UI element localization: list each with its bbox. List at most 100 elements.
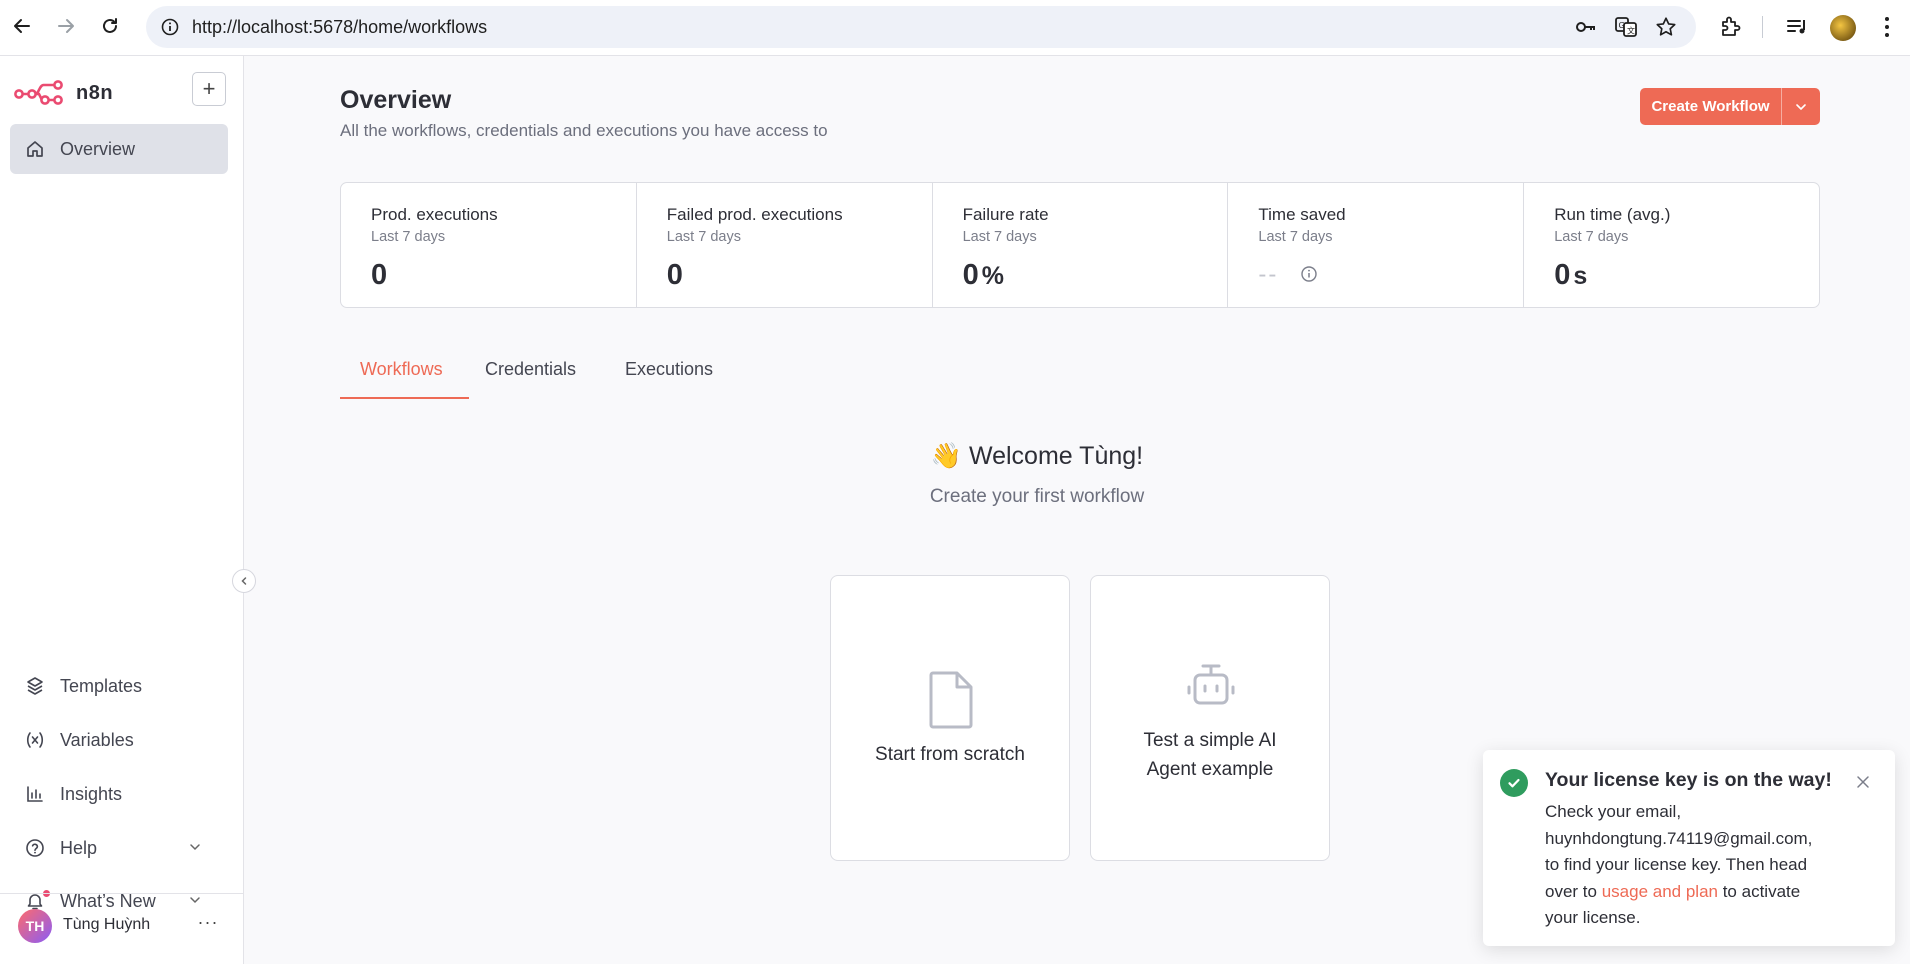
media-queue-icon[interactable]	[1782, 12, 1812, 42]
create-options-dropdown[interactable]	[1782, 88, 1820, 125]
usage-and-plan-link[interactable]: usage and plan	[1602, 882, 1718, 901]
variables-icon	[24, 729, 46, 751]
start-from-scratch-card[interactable]: Start from scratch	[830, 575, 1070, 861]
sidebar-item-templates[interactable]: Templates	[10, 666, 228, 706]
stat-run-time-avg[interactable]: Run time (avg.) Last 7 days 0s	[1524, 183, 1819, 307]
welcome-heading: 👋 Welcome Tùng!	[244, 442, 1734, 471]
collapse-sidebar-button[interactable]	[232, 569, 256, 593]
stat-value: 0s	[1554, 259, 1588, 292]
back-button[interactable]	[6, 10, 38, 42]
tab-workflows[interactable]: Workflows	[360, 359, 443, 399]
sidebar-item-label: Insights	[60, 783, 123, 804]
toast-title: Your license key is on the way!	[1545, 769, 1832, 791]
welcome-title: Welcome Tùng!	[968, 442, 1144, 470]
browser-menu-icon[interactable]	[1872, 12, 1902, 42]
toast-line: Check your email,	[1545, 802, 1682, 821]
site-info-icon[interactable]	[158, 15, 182, 39]
wave-emoji: 👋	[930, 442, 962, 470]
page-title: Overview	[340, 86, 452, 114]
tab-credentials[interactable]: Credentials	[485, 359, 576, 399]
home-icon	[24, 138, 46, 160]
sidebar-item-label: Templates	[60, 675, 143, 696]
toast-line: your license.	[1545, 908, 1641, 927]
sidebar-item-label: Variables	[60, 729, 134, 750]
svg-text:文: 文	[1627, 26, 1635, 36]
stat-title: Failed prod. executions	[666, 205, 843, 224]
templates-icon	[24, 675, 46, 697]
stat-title: Failure rate	[962, 205, 1049, 224]
user-name: Tùng Huỳnh	[63, 916, 151, 933]
toast-email: huynhdongtung.74119@gmail.com,	[1545, 828, 1813, 848]
card-label-line: Test a simple AI	[1143, 730, 1277, 751]
help-icon	[24, 837, 46, 859]
stat-value: 0%	[963, 259, 1005, 292]
create-workflow-button-group: Create Workflow	[1640, 88, 1820, 125]
stat-title: Time saved	[1258, 205, 1346, 224]
sidebar-item-label: Overview	[60, 138, 136, 159]
stat-number: 0	[666, 259, 684, 291]
browser-toolbar: http://localhost:5678/home/workflows G文	[0, 0, 1910, 56]
toast-message: Check your email, huynhdongtung.74119@gm…	[1545, 799, 1865, 932]
stat-number: 0	[371, 259, 389, 291]
create-workflow-button[interactable]: Create Workflow	[1640, 88, 1782, 125]
stat-prod-executions[interactable]: Prod. executions Last 7 days 0	[341, 183, 637, 307]
stat-period: Last 7 days	[371, 229, 446, 245]
stat-unit: %	[981, 262, 1005, 290]
n8n-logo-icon	[14, 80, 63, 105]
tab-executions[interactable]: Executions	[625, 359, 713, 399]
browser-profile-avatar[interactable]	[1830, 15, 1856, 41]
extensions-icon[interactable]	[1715, 12, 1745, 42]
page-subtitle: All the workflows, credentials and execu…	[340, 121, 828, 140]
arrow-left-icon	[14, 19, 30, 33]
stat-title: Run time (avg.)	[1554, 205, 1671, 224]
toast-line: to find your license key. Then head	[1545, 855, 1808, 874]
success-check-icon	[1500, 769, 1528, 797]
avatar[interactable]: TH	[18, 909, 52, 943]
sidebar-item-overview[interactable]: Overview	[10, 124, 228, 174]
stat-failed-prod-executions[interactable]: Failed prod. executions Last 7 days 0	[637, 183, 933, 307]
info-icon[interactable]	[1300, 265, 1318, 283]
sidebar-item-insights[interactable]: Insights	[10, 774, 228, 814]
app-name: n8n	[76, 81, 114, 104]
logo[interactable]: n8n	[14, 78, 113, 108]
stat-time-saved[interactable]: Time saved Last 7 days --	[1228, 183, 1525, 307]
card-label-line: Agent example	[1146, 759, 1274, 780]
stat-number: 0	[962, 259, 980, 291]
stat-value: 0	[371, 259, 388, 292]
user-menu[interactable]: TH Tùng Huỳnh ···	[0, 893, 243, 964]
toolbar-divider	[1762, 16, 1763, 38]
stat-number: 0	[1554, 259, 1572, 291]
toast-line: to activate	[1717, 881, 1801, 901]
file-icon	[929, 671, 973, 729]
stat-value-empty: --	[1258, 261, 1279, 288]
insights-summary: Prod. executions Last 7 days 0 Failed pr…	[340, 182, 1820, 308]
resource-tabs: Workflows Credentials Executions	[340, 359, 1040, 399]
robot-icon	[1187, 664, 1235, 705]
url-text[interactable]: http://localhost:5678/home/workflows	[192, 17, 487, 38]
bookmark-star-icon[interactable]	[1654, 15, 1678, 39]
stat-period: Last 7 days	[666, 229, 741, 245]
welcome-subtitle: Create your first workflow	[929, 486, 1145, 507]
password-key-icon[interactable]	[1574, 15, 1598, 39]
reload-button[interactable]	[94, 10, 126, 42]
address-bar[interactable]: http://localhost:5678/home/workflows G文	[146, 6, 1696, 48]
sidebar-item-help[interactable]: Help	[10, 828, 228, 868]
ai-agent-example-card[interactable]: Test a simple AI Agent example	[1090, 575, 1330, 861]
stat-unit: s	[1573, 262, 1589, 290]
stat-value: 0	[667, 259, 684, 292]
add-resource-button[interactable]: +	[192, 72, 226, 106]
reload-icon	[103, 18, 117, 33]
stat-failure-rate[interactable]: Failure rate Last 7 days 0%	[933, 183, 1229, 307]
forward-button[interactable]	[50, 10, 82, 42]
chevron-left-icon	[241, 577, 247, 585]
license-notification-toast: Your license key is on the way! Check yo…	[1483, 750, 1895, 946]
active-tab-indicator	[340, 397, 469, 399]
svg-text:G: G	[1619, 21, 1625, 30]
more-options-button[interactable]: ···	[196, 910, 220, 934]
card-label: Start from scratch	[875, 744, 1025, 765]
translate-icon[interactable]: G文	[1614, 15, 1638, 39]
sidebar-item-label: Help	[60, 837, 98, 858]
sidebar: n8n + Overview Templates Variables Insig…	[0, 56, 256, 964]
close-button[interactable]	[1853, 772, 1873, 792]
sidebar-item-variables[interactable]: Variables	[10, 720, 228, 760]
